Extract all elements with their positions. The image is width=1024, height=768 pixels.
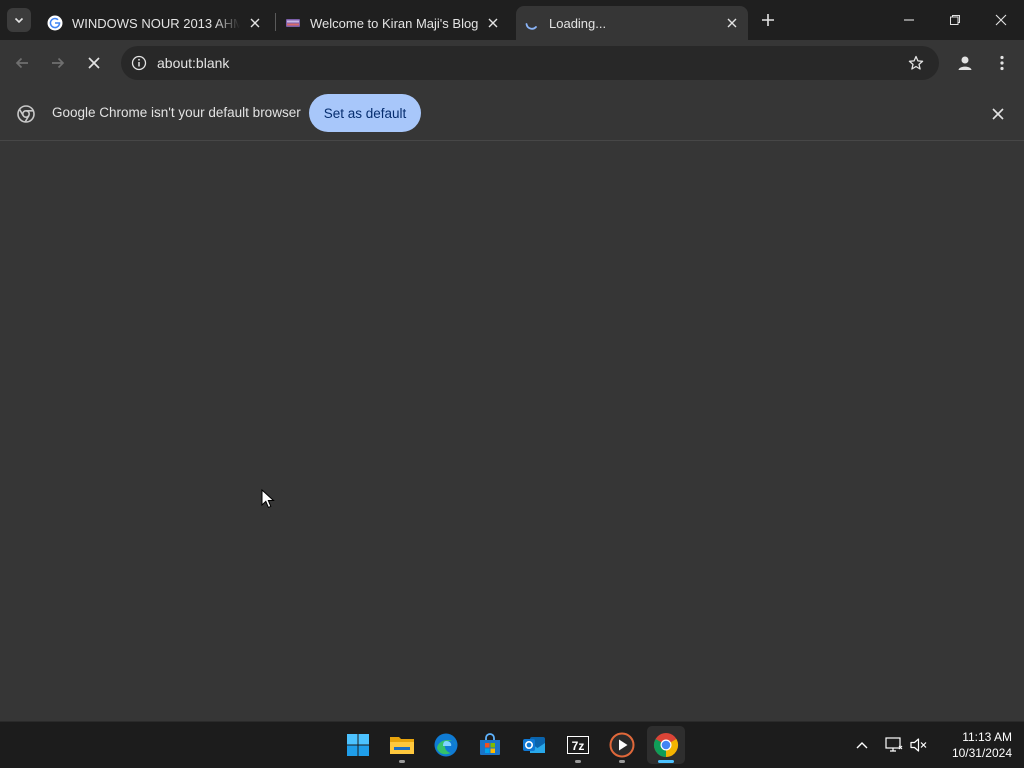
tab-title: Loading... — [549, 15, 607, 31]
tab-loading[interactable]: Loading... — [516, 6, 748, 40]
tab-windows-nour[interactable]: WINDOWS NOUR 2013 AHMED — [39, 6, 273, 40]
volume-button[interactable] — [908, 734, 930, 756]
loading-spinner-icon — [524, 15, 540, 31]
site-info-icon[interactable] — [130, 54, 148, 72]
taskbar-media-player[interactable] — [603, 726, 641, 764]
taskbar-edge[interactable] — [427, 726, 465, 764]
person-icon — [958, 56, 972, 70]
active-indicator — [658, 760, 674, 763]
stop-loading-button[interactable] — [81, 50, 107, 76]
tab-separator — [275, 13, 276, 31]
default-browser-infobar: Google Chrome isn't your default browser… — [0, 86, 1024, 141]
network-status-button[interactable] — [883, 734, 905, 756]
forward-button[interactable] — [45, 50, 71, 76]
windows-taskbar: 7z 11:13 AM 10/31/2024 — [0, 721, 1024, 768]
outlook-icon — [523, 737, 545, 753]
chrome-icon — [653, 733, 679, 757]
blog-flag-icon — [285, 15, 301, 31]
close-window-button[interactable] — [986, 6, 1016, 34]
close-icon[interactable] — [988, 104, 1008, 124]
set-as-default-button[interactable]: Set as default — [309, 94, 421, 132]
plus-icon — [762, 14, 774, 26]
restore-icon — [950, 15, 960, 25]
speaker-muted-icon — [910, 738, 927, 752]
running-indicator — [399, 760, 405, 763]
tab-kiran-maji-blog[interactable]: Welcome to Kiran Maji's Blog — [277, 6, 513, 40]
clock-date: 10/31/2024 — [951, 746, 1012, 760]
url-text[interactable]: about:blank — [157, 55, 229, 71]
media-player-icon — [609, 732, 635, 758]
taskbar-chrome[interactable] — [647, 726, 685, 764]
tab-search-button[interactable] — [7, 8, 31, 32]
profile-button[interactable] — [954, 53, 976, 73]
microsoft-store-icon — [480, 733, 500, 755]
taskbar-file-explorer[interactable] — [383, 726, 421, 764]
edge-icon — [434, 733, 458, 757]
show-hidden-icons-button[interactable] — [851, 734, 873, 756]
taskbar-microsoft-store[interactable] — [471, 726, 509, 764]
chevron-down-icon — [14, 17, 24, 24]
taskbar-outlook[interactable] — [515, 726, 553, 764]
file-explorer-icon — [390, 737, 414, 754]
arrow-left-icon — [15, 57, 28, 69]
taskbar-7zip[interactable]: 7z — [559, 726, 597, 764]
close-icon[interactable] — [484, 14, 502, 32]
7zip-icon: 7z — [566, 735, 590, 755]
restore-button[interactable] — [940, 6, 970, 34]
start-button[interactable] — [339, 726, 377, 764]
minimize-icon — [904, 19, 914, 21]
tab-title: WINDOWS NOUR 2013 AHMED — [72, 15, 240, 31]
close-icon[interactable] — [246, 14, 264, 32]
address-bar[interactable]: about:blank — [121, 46, 939, 80]
arrow-right-icon — [52, 57, 65, 69]
clock-time: 11:13 AM — [962, 730, 1012, 744]
bookmark-star-icon[interactable] — [907, 54, 925, 72]
chrome-menu-button[interactable] — [991, 53, 1013, 73]
minimize-button[interactable] — [894, 6, 924, 34]
tab-title: Welcome to Kiran Maji's Blog — [310, 15, 479, 31]
network-icon — [885, 737, 903, 752]
windows-start-icon — [347, 734, 369, 756]
running-indicator — [619, 760, 625, 763]
close-icon — [88, 57, 100, 69]
back-button[interactable] — [9, 50, 35, 76]
chrome-logo-icon — [17, 105, 35, 123]
page-content[interactable] — [0, 141, 1024, 721]
infobar-message: Google Chrome isn't your default browser — [52, 105, 301, 120]
close-icon — [995, 14, 1007, 26]
running-indicator — [575, 760, 581, 763]
kebab-menu-icon — [1000, 55, 1004, 71]
mouse-cursor-icon — [261, 489, 275, 509]
close-icon[interactable] — [723, 14, 741, 32]
chevron-up-icon — [856, 742, 868, 749]
tab-strip: WINDOWS NOUR 2013 AHMED Welcome to Kiran… — [0, 0, 1024, 40]
svg-text:7z: 7z — [572, 739, 585, 753]
taskbar-clock[interactable]: 11:13 AM 10/31/2024 — [936, 729, 1012, 761]
google-g-icon — [47, 15, 63, 31]
new-tab-button[interactable] — [757, 9, 779, 31]
